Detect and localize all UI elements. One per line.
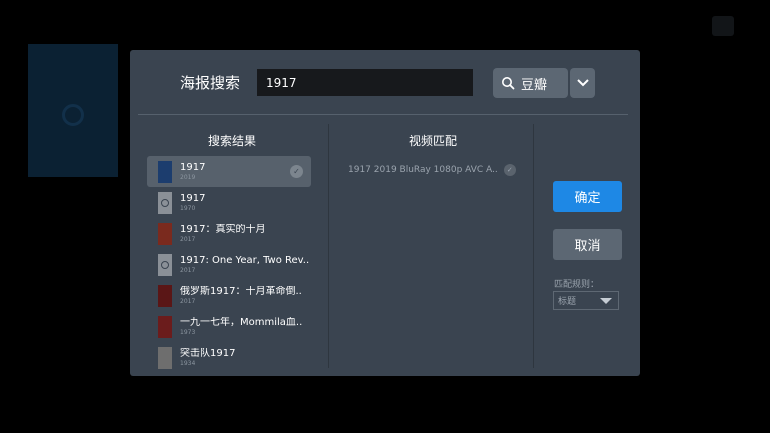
chevron-down-icon: [576, 79, 589, 87]
background-icon: [712, 16, 734, 36]
poster-thumbnail: [158, 315, 172, 338]
confirm-button[interactable]: 确定: [553, 181, 622, 212]
placeholder-film-icon: [158, 191, 172, 214]
source-button[interactable]: 豆瓣: [493, 68, 568, 98]
result-title: 突击队1917: [180, 347, 236, 359]
result-item[interactable]: 1917: One Year, Two Rev.. 2017: [147, 249, 311, 280]
result-item[interactable]: 俄罗斯1917：十月革命倒.. 2017: [147, 280, 311, 311]
cancel-button[interactable]: 取消: [553, 229, 622, 260]
poster-thumbnail: [158, 346, 172, 369]
dropdown-caret-icon: [600, 298, 612, 304]
result-title: 俄罗斯1917：十月革命倒..: [180, 285, 302, 297]
result-item[interactable]: 突击队1917 1934: [147, 342, 311, 373]
match-rule-select[interactable]: 标题: [553, 291, 619, 310]
search-results-list: 1917 2019 ✓ 1917 1970 1917：真实的十月 2017 1917: One…: [147, 156, 311, 373]
result-year: 2017: [180, 235, 196, 243]
result-item[interactable]: 1917 2019 ✓: [147, 156, 311, 187]
match-label: 1917 2019 BluRay 1080p AVC A..: [348, 165, 498, 175]
source-label: 豆瓣: [521, 77, 548, 93]
poster-thumbnail: [158, 284, 172, 307]
result-item[interactable]: 1917 1970: [147, 187, 311, 218]
search-icon: [502, 77, 515, 90]
result-title: 1917: One Year, Two Rev..: [180, 254, 310, 266]
results-title: 搜索结果: [207, 134, 256, 148]
result-year: 2017: [180, 297, 196, 305]
search-input[interactable]: [257, 69, 473, 96]
match-rule-value: 标题: [558, 297, 577, 307]
result-year: 1970: [180, 204, 196, 212]
result-year: 2017: [180, 266, 196, 274]
column-divider: [328, 124, 329, 368]
check-icon: ✓: [503, 164, 516, 176]
match-title: 视频匹配: [408, 134, 457, 148]
result-title: 一九一七年，Mommila血..: [180, 316, 303, 328]
result-item[interactable]: 一九一七年，Mommila血.. 1973: [147, 311, 311, 342]
result-year: 1973: [180, 328, 196, 336]
result-year: 2019: [180, 173, 196, 181]
source-dropdown-button[interactable]: [570, 68, 595, 98]
poster-thumbnail: [158, 222, 172, 245]
column-divider: [533, 124, 534, 368]
background-film-icon: [62, 104, 84, 126]
poster-thumbnail: [158, 160, 172, 183]
result-title: 1917：真实的十月: [180, 223, 266, 235]
video-match-item[interactable]: 1917 2019 BluRay 1080p AVC A.. ✓: [348, 164, 516, 176]
poster-search-dialog: 海报搜索 豆瓣 搜索结果 视频匹配 19172019✓191719701917：…: [130, 50, 640, 376]
result-year: 1934: [180, 359, 196, 367]
dialog-title: 海报搜索: [180, 74, 241, 92]
header-divider: [138, 114, 628, 115]
selected-check-icon: ✓: [290, 165, 303, 178]
match-rule-label: 匹配规则：: [554, 280, 600, 290]
result-item[interactable]: 1917：真实的十月 2017: [147, 218, 311, 249]
result-title: 1917: [180, 192, 206, 204]
placeholder-film-icon: [158, 253, 172, 276]
result-title: 1917: [180, 161, 206, 173]
